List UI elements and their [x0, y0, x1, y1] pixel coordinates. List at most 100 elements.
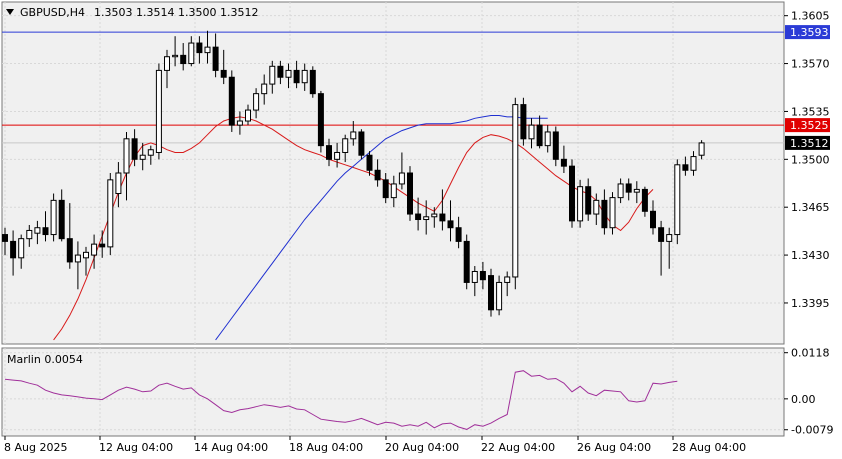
- candle-bull: [164, 56, 170, 71]
- symbol-timeframe-label: GBPUSD,H4: [20, 6, 85, 19]
- candle-bear: [439, 213, 446, 222]
- candle-bull: [253, 93, 260, 111]
- candle-bull: [50, 199, 57, 236]
- candle-bear: [585, 186, 592, 215]
- y-tick-label: 1.3500: [791, 153, 830, 166]
- candle-bear: [220, 69, 227, 78]
- candle-bear: [309, 69, 316, 95]
- candle-bull: [471, 270, 478, 283]
- x-tick-label: 12 Aug 04:00: [99, 441, 173, 454]
- candle-bear: [520, 104, 527, 140]
- candle-bull: [301, 69, 308, 84]
- candle-bear: [455, 227, 462, 242]
- candle-bull: [674, 164, 681, 236]
- x-tick-label: 18 Aug 04:00: [289, 441, 363, 454]
- candle-bull: [593, 199, 600, 215]
- candle-bear: [625, 183, 632, 193]
- candle-bear: [66, 238, 73, 263]
- candle-bull: [666, 234, 673, 242]
- candle-bull: [690, 156, 697, 171]
- candle-bull: [544, 131, 551, 147]
- candle-bear: [131, 138, 138, 160]
- candle-bear: [382, 179, 389, 199]
- candle-bear: [58, 199, 65, 240]
- red-level-tag-text: 1.3525: [790, 119, 829, 132]
- candle-bear: [99, 243, 106, 248]
- candle-bear: [212, 46, 219, 71]
- candle-bull: [115, 172, 122, 195]
- x-tick-label: 14 Aug 04:00: [194, 441, 268, 454]
- candle-bear: [552, 131, 559, 160]
- candle-bear: [293, 69, 300, 84]
- y-tick-label: 1.3395: [791, 297, 830, 310]
- candle-bull: [504, 276, 511, 283]
- candle-bull: [633, 188, 640, 193]
- candle-bull: [236, 120, 243, 126]
- candle-bull: [496, 281, 503, 311]
- x-tick-label: 26 Aug 04:00: [577, 441, 651, 454]
- x-tick-label: 20 Aug 04:00: [385, 441, 459, 454]
- y-tick-label: 0.00: [791, 393, 816, 406]
- candle-bull: [155, 69, 162, 153]
- candle-bull: [423, 216, 430, 221]
- y-tick-label: 1.3535: [791, 105, 830, 118]
- candle-bear: [326, 145, 332, 160]
- candle-bull: [342, 138, 349, 153]
- candle-bear: [641, 188, 648, 212]
- y-tick-label: 1.3430: [791, 249, 830, 262]
- candle-bear: [415, 213, 422, 221]
- candle-bull: [139, 154, 146, 160]
- candle-bear: [180, 54, 187, 65]
- candle-bull: [107, 179, 114, 248]
- candle-bear: [277, 65, 284, 78]
- candle-bear: [560, 158, 567, 167]
- candle-bear: [366, 154, 373, 171]
- candle-bear: [488, 275, 494, 311]
- candle-bull: [350, 131, 357, 140]
- candle-bear: [463, 240, 470, 283]
- candle-bear: [682, 164, 689, 171]
- candle-bull: [334, 151, 341, 160]
- candle-bear: [196, 42, 203, 54]
- candle-bull: [172, 54, 179, 58]
- candle-bull: [398, 172, 405, 185]
- candle-bear: [407, 172, 413, 215]
- candle-bull: [91, 243, 98, 256]
- candle-bull: [269, 65, 276, 85]
- candle-bull: [512, 104, 519, 278]
- candle-bull: [18, 238, 25, 259]
- candle-bull: [245, 109, 251, 122]
- candle-bull: [204, 46, 211, 54]
- candle-bull: [698, 142, 705, 156]
- x-tick-label: 28 Aug 04:00: [672, 441, 746, 454]
- candle-bull: [26, 229, 33, 240]
- candle-bull: [123, 138, 130, 174]
- candle-bear: [569, 165, 575, 222]
- ohlc-values: 1.3503 1.3514 1.3500 1.3512: [94, 6, 258, 19]
- candle-bear: [536, 124, 543, 147]
- candle-bull: [34, 227, 41, 234]
- candle-bear: [650, 210, 656, 229]
- chart-header: GBPUSD,H4 1.3503 1.3514 1.3500 1.3512: [6, 6, 258, 19]
- candle-bear: [10, 240, 17, 259]
- candle-bull: [261, 83, 268, 95]
- candle-bull: [390, 183, 397, 199]
- y-tick-label: 1.3465: [791, 201, 830, 214]
- candle-bear: [658, 227, 665, 242]
- candle-bull: [83, 251, 89, 259]
- candle-bull: [528, 124, 535, 140]
- candle-bear: [317, 93, 324, 147]
- blue-level-tag-text: 1.3593: [790, 26, 829, 39]
- candle-bear: [374, 169, 381, 181]
- candle-bear: [42, 227, 49, 236]
- candle-bull: [609, 197, 616, 229]
- candle-bear: [228, 76, 235, 126]
- candle-bull: [188, 42, 195, 65]
- candle-bull: [577, 186, 584, 222]
- candle-bull: [74, 254, 81, 263]
- x-tick-label: 8 Aug 2025: [4, 441, 67, 454]
- candle-bull: [285, 69, 292, 78]
- candle-bear: [2, 234, 8, 242]
- candle-bull: [617, 183, 624, 199]
- candle-bear: [601, 199, 608, 229]
